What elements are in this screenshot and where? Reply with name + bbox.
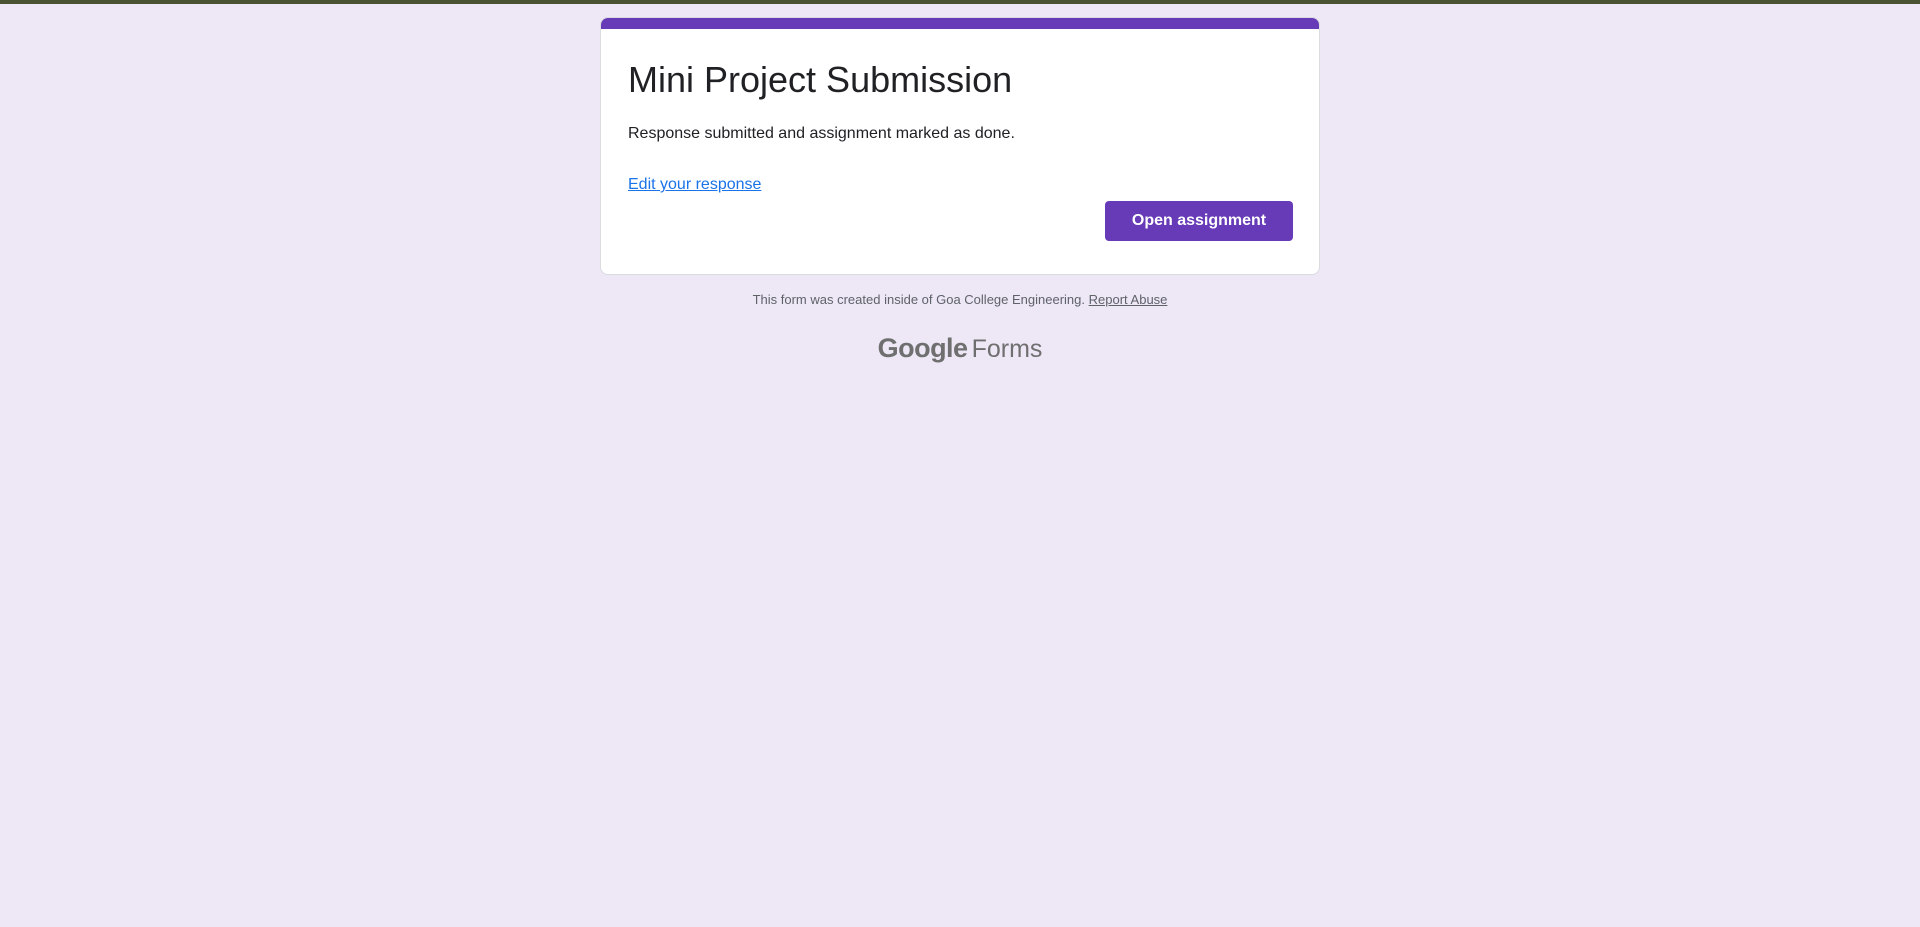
report-abuse-link[interactable]: Report Abuse — [1089, 292, 1168, 307]
form-confirmation-card: Mini Project Submission Response submitt… — [600, 17, 1320, 275]
card-accent-bar — [601, 18, 1319, 29]
google-forms-logo[interactable]: Google Forms — [600, 333, 1320, 364]
browser-top-strip — [0, 0, 1920, 4]
brand-google-text: Google — [877, 333, 969, 363]
created-inside-text: This form was created inside of Goa Coll… — [752, 292, 1085, 307]
form-title: Mini Project Submission — [628, 59, 1013, 100]
edit-response-link[interactable]: Edit your response — [628, 173, 761, 197]
brand-forms-text: Forms — [971, 335, 1043, 363]
confirmation-message: Response submitted and assignment marked… — [628, 125, 1015, 142]
open-assignment-button[interactable]: Open assignment — [1105, 201, 1293, 241]
footer-note: This form was created inside of Goa Coll… — [600, 292, 1320, 307]
